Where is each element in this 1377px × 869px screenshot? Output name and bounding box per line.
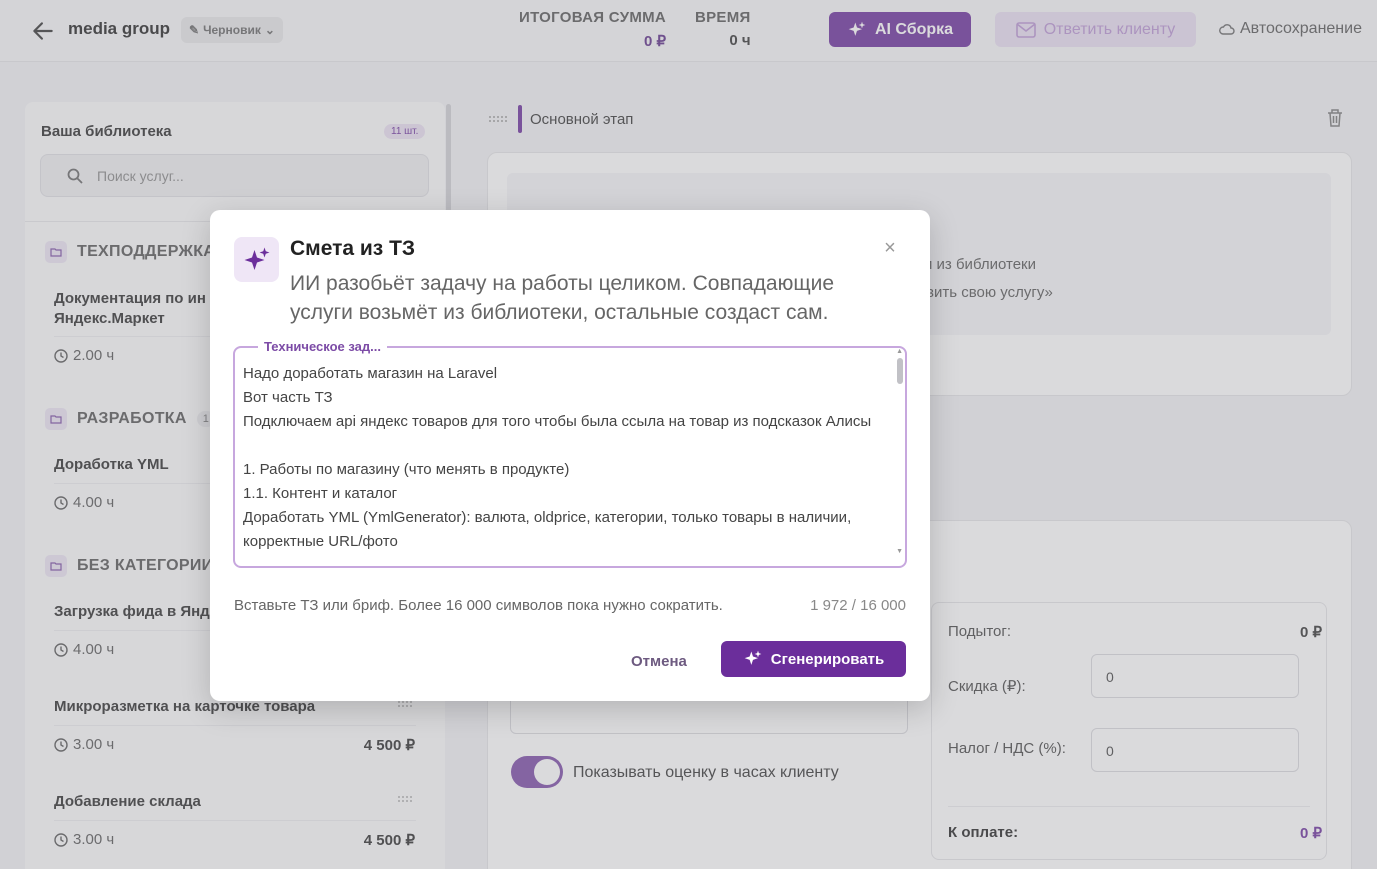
dialog-title: Смета из ТЗ xyxy=(290,237,416,260)
cancel-button[interactable]: Отмена xyxy=(631,653,687,670)
textarea-scrollbar[interactable] xyxy=(897,358,903,384)
estimate-from-spec-dialog: Смета из ТЗ ИИ разобьёт задачу на работы… xyxy=(210,210,930,701)
spec-hint: Вставьте ТЗ или бриф. Более 16 000 симво… xyxy=(234,597,723,614)
char-counter: 1 972 / 16 000 xyxy=(810,597,906,614)
spec-field-label: Техническое зад... xyxy=(258,339,387,354)
close-icon[interactable]: × xyxy=(882,238,898,258)
sparkles-icon xyxy=(234,237,279,282)
generate-button[interactable]: Сгенерировать xyxy=(721,641,906,677)
dialog-subtitle: ИИ разобьёт задачу на работы целиком. Со… xyxy=(290,272,835,324)
scroll-down-icon[interactable]: ▼ xyxy=(896,548,903,555)
spec-text: Надо доработать магазин на Laravel Вот ч… xyxy=(243,365,872,550)
spec-textarea[interactable]: Надо доработать магазин на Laravel Вот ч… xyxy=(233,346,907,568)
sparkles-icon xyxy=(744,650,762,665)
scroll-up-icon[interactable]: ▲ xyxy=(896,348,903,355)
generate-label: Сгенерировать xyxy=(770,650,885,668)
